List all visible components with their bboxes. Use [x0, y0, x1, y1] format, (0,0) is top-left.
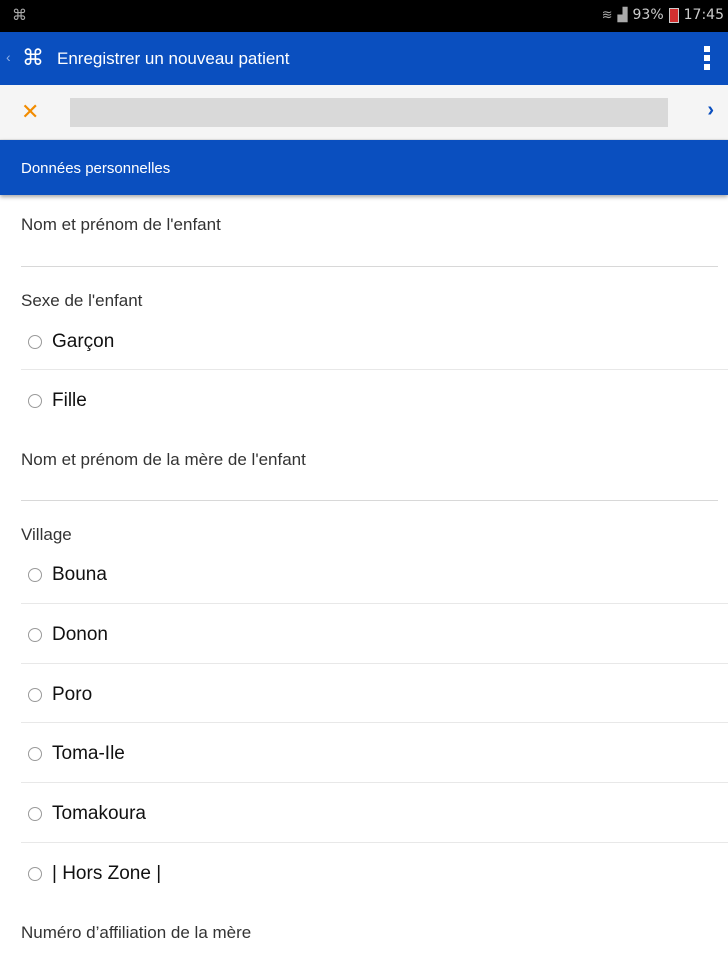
- battery-icon: [668, 7, 679, 23]
- back-icon[interactable]: ‹: [6, 49, 11, 65]
- radio-option-bouna[interactable]: Bouna: [28, 564, 107, 586]
- option-divider: [21, 722, 728, 723]
- option-label: Toma-Ile: [52, 743, 125, 764]
- option-label: Bouna: [52, 564, 107, 585]
- next-icon[interactable]: ›: [707, 99, 714, 122]
- radio-button[interactable]: [28, 335, 42, 349]
- mother-name-label: Nom et prénom de la mère de l'enfant: [21, 450, 306, 469]
- app-notification-icon: ⌘: [12, 6, 27, 24]
- radio-button[interactable]: [28, 867, 42, 881]
- signal-icon: ▟: [617, 7, 628, 23]
- radio-option-toma-ile[interactable]: Toma-Ile: [28, 743, 125, 765]
- option-label: Donon: [52, 624, 108, 645]
- wifi-icon: ≋: [601, 7, 613, 23]
- child-name-field[interactable]: [21, 266, 718, 267]
- village-label: Village: [21, 525, 72, 544]
- clock: 17:45: [683, 7, 724, 23]
- radio-button[interactable]: [28, 688, 42, 702]
- option-divider: [21, 663, 728, 664]
- radio-option-tomakoura[interactable]: Tomakoura: [28, 803, 146, 825]
- radio-option-poro[interactable]: Poro: [28, 684, 92, 706]
- close-icon[interactable]: ✕: [21, 99, 39, 125]
- option-label: Tomakoura: [52, 803, 146, 824]
- progress-bar: [70, 98, 668, 127]
- radio-option-fille[interactable]: Fille: [28, 390, 87, 412]
- radio-button[interactable]: [28, 747, 42, 761]
- option-divider: [21, 603, 728, 604]
- radio-button[interactable]: [28, 568, 42, 582]
- option-label: Fille: [52, 390, 87, 411]
- sex-label: Sexe de l'enfant: [21, 291, 143, 310]
- option-label: Garçon: [52, 331, 115, 352]
- section-title: Données personnelles: [21, 160, 171, 177]
- option-divider: [21, 842, 728, 843]
- radio-button[interactable]: [28, 807, 42, 821]
- page-title: Enregistrer un nouveau patient: [57, 49, 290, 68]
- radio-option-donon[interactable]: Donon: [28, 624, 108, 646]
- app-logo-icon: ⌘: [22, 45, 44, 70]
- option-label: | Hors Zone |: [52, 863, 162, 884]
- battery-percent: 93%: [632, 7, 664, 23]
- child-name-label: Nom et prénom de l'enfant: [21, 215, 221, 234]
- status-bar: ⌘ ≋ ▟ 93% 17:45: [0, 0, 728, 32]
- mother-name-field[interactable]: [21, 500, 718, 501]
- option-divider: [21, 782, 728, 783]
- radio-option-garcon[interactable]: Garçon: [28, 331, 114, 353]
- option-label: Poro: [52, 684, 93, 705]
- affiliation-label: Numéro d’affiliation de la mère: [21, 923, 252, 942]
- radio-option-hors-zone[interactable]: | Hors Zone |: [28, 863, 161, 885]
- section-header: Données personnelles: [0, 140, 728, 195]
- overflow-menu-icon[interactable]: [704, 46, 710, 70]
- app-bar: ‹ ⌘ Enregistrer un nouveau patient: [0, 32, 728, 85]
- radio-button[interactable]: [28, 628, 42, 642]
- radio-button[interactable]: [28, 394, 42, 408]
- option-divider: [21, 369, 728, 370]
- form-navigation: ✕ ›: [0, 85, 728, 140]
- status-indicators: ≋ ▟ 93% 17:45: [602, 7, 724, 23]
